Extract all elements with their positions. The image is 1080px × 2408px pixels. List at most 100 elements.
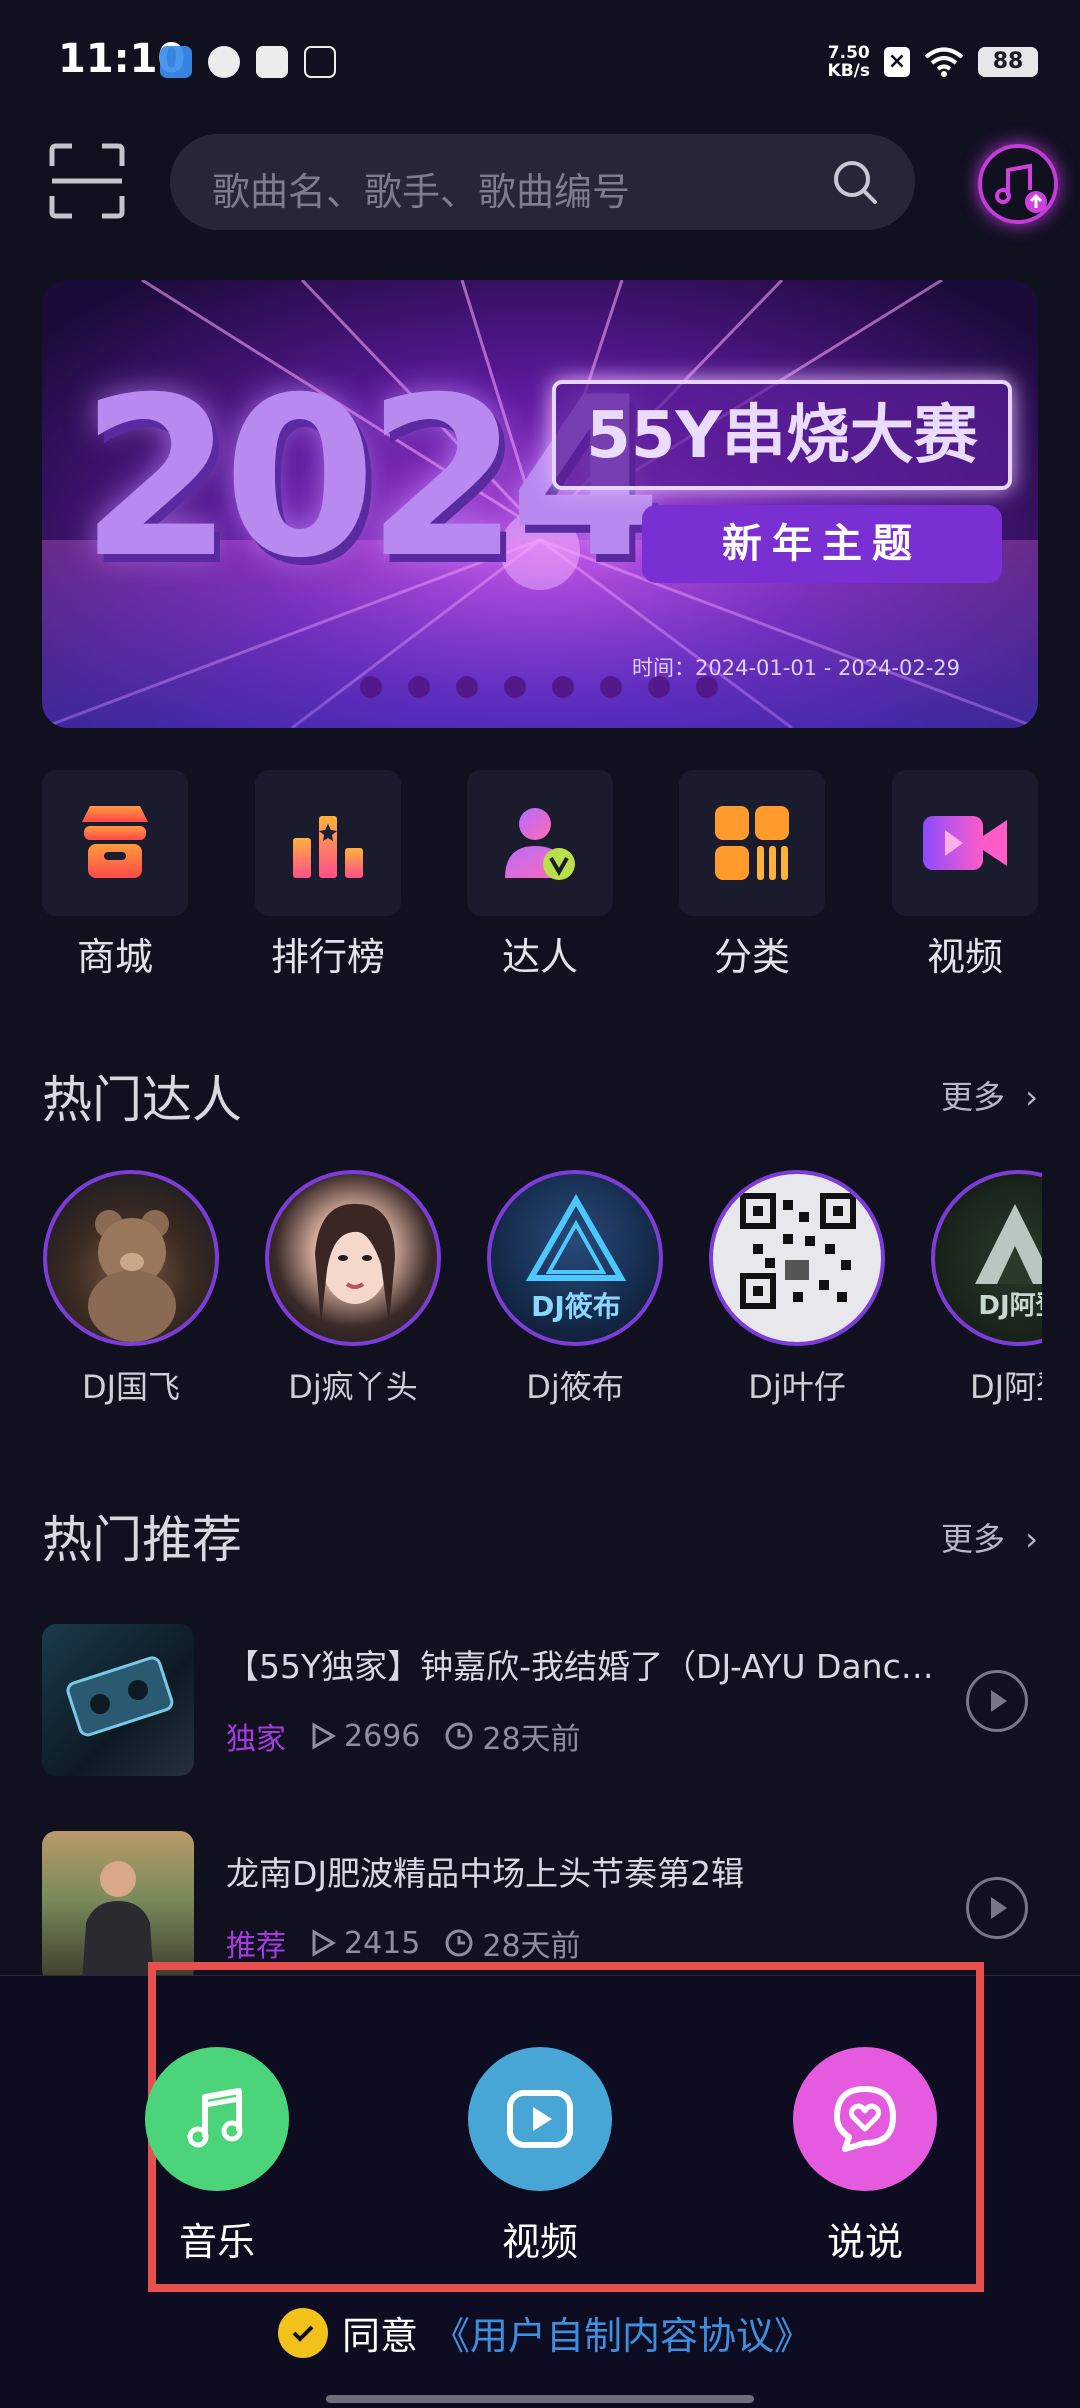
- quick-nav-label: 视频: [926, 935, 1003, 979]
- song-cover-image: [66, 1656, 174, 1737]
- post-talk-label: 说说: [826, 2220, 903, 2264]
- publish-time: 28天前: [444, 1921, 581, 1965]
- network-speed-value: 7.50: [827, 43, 870, 63]
- song-cover-image: [82, 1861, 154, 1983]
- status-bar: 11:10 7.50 KB/s × 88: [0, 0, 1080, 120]
- dj-item[interactable]: DJ国飞: [42, 1170, 220, 1408]
- talent-icon: [505, 808, 575, 880]
- search-icon[interactable]: [831, 158, 879, 206]
- banner-title-frame: 55Y串烧大赛: [552, 380, 1012, 490]
- play-icon: [991, 1897, 1007, 1919]
- quick-nav-label: 排行榜: [270, 935, 385, 979]
- song-cover: [42, 1624, 194, 1776]
- quick-nav-store[interactable]: 商城: [42, 770, 188, 981]
- publish-time: 28天前: [444, 1714, 581, 1758]
- post-talk-button[interactable]: 说说: [775, 2047, 955, 2266]
- play-count-value: 2696: [344, 1718, 421, 1754]
- chart-icon: [293, 816, 363, 878]
- quick-nav-talent[interactable]: 达人: [467, 770, 613, 981]
- dj-name: DJ阿登: [969, 1368, 1042, 1406]
- scan-icon[interactable]: [48, 142, 126, 220]
- play-count-icon: [312, 1929, 336, 1957]
- post-video-label: 视频: [501, 2220, 578, 2264]
- quick-nav-tile: [467, 770, 613, 916]
- sim-off-icon: ×: [884, 47, 910, 77]
- banner-page-dot[interactable]: [648, 676, 670, 698]
- dj-item[interactable]: Dj疯丫头: [264, 1170, 442, 1408]
- avatar: DJ阿登: [931, 1170, 1042, 1346]
- promo-banner[interactable]: 2024 55Y串烧大赛 新年主题 时间：2024-01-01 - 2024-0…: [42, 280, 1038, 728]
- quick-nav-label: 分类: [713, 935, 790, 979]
- banner-subtitle: 新年主题: [722, 521, 922, 567]
- agreement-row: 同意 《用户自制内容协议》: [278, 2305, 812, 2360]
- dj-name: DJ国飞: [81, 1368, 181, 1406]
- banner-subtitle-frame: 新年主题: [642, 505, 1002, 583]
- home-indicator[interactable]: [326, 2395, 754, 2403]
- play-count: 2415: [310, 1926, 420, 1961]
- status-app-icons: [160, 46, 336, 78]
- post-music-button[interactable]: 音乐: [127, 2047, 307, 2266]
- banner-page-dot[interactable]: [408, 676, 430, 698]
- tiktok-notification-icon: [304, 46, 336, 78]
- play-count-icon: [312, 1722, 336, 1750]
- quick-nav-video[interactable]: 视频: [892, 770, 1038, 981]
- post-video-circle: [468, 2047, 612, 2191]
- banner-title: 55Y串烧大赛: [586, 399, 978, 473]
- song-tag: 推荐: [226, 1929, 286, 1964]
- top-header: 歌曲名、歌手、歌曲编号: [0, 130, 1080, 240]
- banner-page-dot[interactable]: [456, 676, 478, 698]
- search-input[interactable]: 歌曲名、歌手、歌曲编号: [170, 134, 915, 230]
- hot-djs-list: DJ国飞 Dj疯丫头 DJ筱布 Dj筱布 Dj叶仔 DJ阿 DJ阿: [42, 1170, 1042, 1410]
- hot-recommend-title: 热门推荐: [42, 1511, 242, 1569]
- banner-pagination: [360, 676, 718, 698]
- clock-icon: [445, 1722, 473, 1750]
- dj-item[interactable]: DJ筱布 Dj筱布: [486, 1170, 664, 1408]
- play-button[interactable]: [966, 1670, 1028, 1732]
- post-music-label: 音乐: [178, 2220, 255, 2264]
- qr-code-avatar-image: [740, 1193, 856, 1309]
- music-upload-icon: [995, 163, 1047, 213]
- dj-item[interactable]: Dj叶仔: [708, 1170, 886, 1408]
- agreement-link[interactable]: 《用户自制内容协议》: [432, 2305, 812, 2360]
- song-row[interactable]: 龙南DJ肥波精品中场上头节奏第2辑 推荐 2415 28天前: [42, 1831, 1038, 1983]
- clock-icon: [445, 1929, 473, 1957]
- quick-nav-tile: [255, 770, 401, 916]
- app-notification-icon: [208, 46, 240, 78]
- song-title: 龙南DJ肥波精品中场上头节奏第2辑: [226, 1854, 745, 1893]
- publish-time-value: 28天前: [482, 1722, 581, 1757]
- battery-indicator: 88: [978, 47, 1038, 77]
- dj-name: Dj叶仔: [748, 1368, 846, 1406]
- quick-nav-tile: [892, 770, 1038, 916]
- hot-djs-more-link[interactable]: 更多 ›: [941, 1072, 1038, 1118]
- publish-time-value: 28天前: [482, 1929, 581, 1964]
- banner-page-dot[interactable]: [360, 676, 382, 698]
- music-upload-button[interactable]: [978, 144, 1058, 224]
- play-count-value: 2415: [344, 1925, 421, 1961]
- play-button[interactable]: [966, 1877, 1028, 1939]
- bear-avatar-image: [88, 1210, 176, 1342]
- post-video-button[interactable]: 视频: [450, 2047, 630, 2266]
- video-icon: [923, 816, 1007, 870]
- hot-recommend-more-link[interactable]: 更多 ›: [941, 1514, 1038, 1560]
- agreement-checkbox[interactable]: [278, 2307, 328, 2358]
- song-tag: 独家: [226, 1722, 286, 1757]
- quick-nav-ranking[interactable]: 排行榜: [255, 770, 401, 981]
- check-icon: [292, 2325, 314, 2342]
- play-count: 2696: [310, 1719, 420, 1754]
- dj-item[interactable]: DJ阿登 DJ阿登: [930, 1170, 1042, 1408]
- banner-page-dot[interactable]: [600, 676, 622, 698]
- quick-nav-label: 商城: [76, 935, 153, 979]
- svg-text:DJ筱布: DJ筱布: [531, 1290, 621, 1323]
- avatar: [43, 1170, 219, 1346]
- quick-nav-tile: [42, 770, 188, 916]
- quick-nav-category[interactable]: 分类: [679, 770, 825, 981]
- network-speed: 7.50 KB/s: [828, 44, 870, 80]
- song-meta: 独家 2696 28天前: [226, 1714, 581, 1758]
- song-meta: 推荐 2415 28天前: [226, 1921, 581, 1965]
- banner-page-dot[interactable]: [504, 676, 526, 698]
- banner-page-dot[interactable]: [696, 676, 718, 698]
- banner-page-dot[interactable]: [552, 676, 574, 698]
- dj-name: Dj疯丫头: [288, 1368, 418, 1406]
- song-row[interactable]: 【55Y独家】钟嘉欣-我结婚了（DJ-AYU Danc… 独家 2696 28天…: [42, 1624, 1038, 1776]
- mail-notification-icon: [256, 46, 288, 78]
